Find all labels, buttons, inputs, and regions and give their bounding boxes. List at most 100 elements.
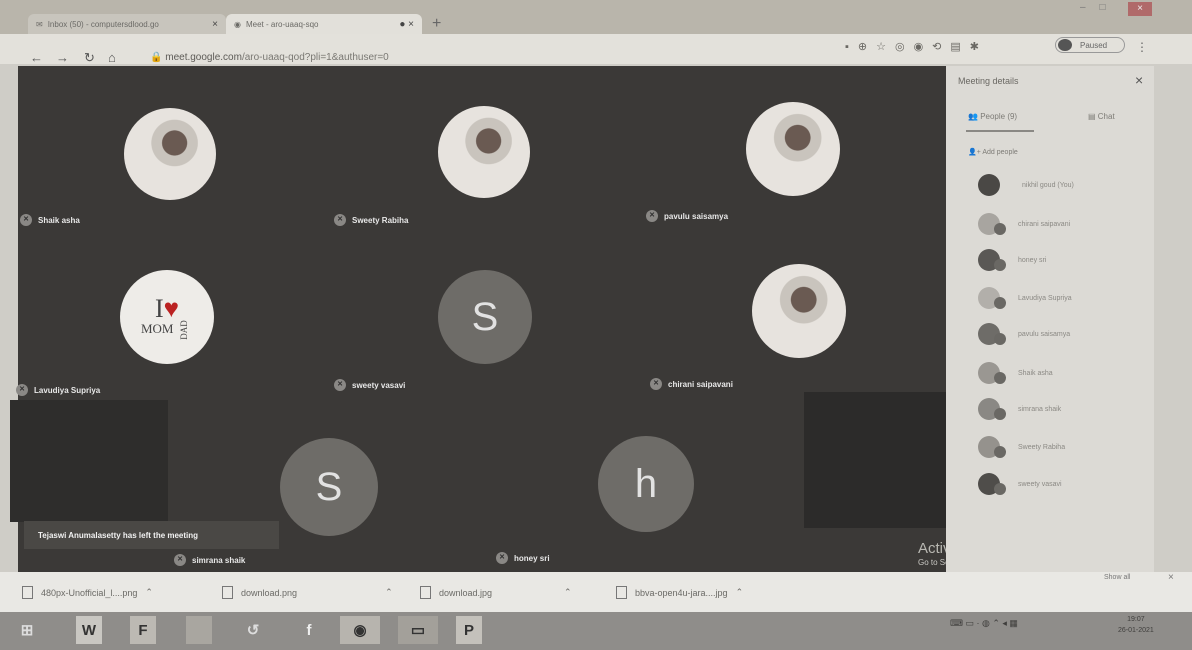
mic-off-icon [994, 223, 1006, 235]
people-icon: 👥 [968, 112, 981, 121]
participant-name-tag: ✕ honey sri [496, 552, 550, 564]
new-tab-button[interactable]: + [432, 15, 441, 33]
mic-off-icon [994, 297, 1006, 309]
participant-avatar-letter: S [438, 270, 532, 364]
add-people-button[interactable]: 👤+ Add people [968, 148, 1018, 156]
left-meeting-toast: Tejaswi Anumalasetty has left the meetin… [24, 521, 279, 549]
mic-off-icon: ✕ [334, 379, 346, 391]
tab-gmail-inbox[interactable]: ✉ Inbox (50) - computersdlood.go × [28, 14, 226, 34]
chevron-up-icon: ⌃ [145, 587, 153, 597]
profile-avatar-icon [1058, 39, 1072, 51]
people-list-item[interactable]: honey sri [978, 248, 1138, 272]
facebook-icon[interactable]: f [296, 616, 322, 644]
chrome-icon[interactable]: ◉ [340, 616, 380, 644]
back-arrow-icon[interactable]: ← [30, 50, 43, 65]
url-host: meet.google.com [165, 52, 242, 63]
tab-chat[interactable]: ▤ Chat [1088, 112, 1115, 121]
powerpoint-app-icon[interactable]: P [456, 616, 482, 644]
participant-avatar-letter: S [280, 438, 378, 536]
app-icon[interactable]: ↺ [240, 616, 266, 644]
chevron-up-icon: ⌃ [564, 587, 572, 597]
participant-name-tag: ✕ sweety vasavi [334, 379, 405, 391]
browser-menu-icon[interactable]: ⋮ [1136, 40, 1148, 54]
people-list-item[interactable]: Shaik asha [978, 361, 1138, 385]
file-icon [22, 586, 33, 599]
people-list-item[interactable]: sweety vasavi [978, 472, 1138, 496]
participant-name-tag: ✕ Sweety Rabiha [334, 214, 408, 226]
mic-off-icon [994, 446, 1006, 458]
meeting-details-panel [946, 66, 1154, 572]
mic-off-icon: ✕ [334, 214, 346, 226]
mic-off-icon [994, 333, 1006, 345]
windows-start-icon[interactable]: ⊞ [14, 616, 40, 644]
close-panel-icon[interactable]: × [1135, 72, 1143, 88]
tab-label: Meet - aro-uaaq-sqo [245, 19, 319, 29]
chat-icon: ▤ [1088, 112, 1098, 121]
chevron-up-icon: ⌃ [385, 587, 393, 597]
people-list-item[interactable]: simrana shaik [978, 397, 1138, 421]
video-tile-empty [804, 392, 964, 528]
home-icon[interactable]: ⌂ [108, 50, 116, 65]
downloads-bar [0, 572, 1192, 612]
url-field[interactable]: 🔒 meet.google.com/aro-uaaq-qod?pli=1&aut… [150, 52, 389, 63]
mic-off-icon: ✕ [496, 552, 508, 564]
mic-off-icon: ✕ [16, 384, 28, 396]
file-explorer-icon[interactable]: ▭ [398, 616, 438, 644]
mic-off-icon: ✕ [174, 554, 186, 566]
url-path: /aro-uaaq-qod?pli=1&authuser=0 [241, 52, 389, 63]
download-item[interactable]: download.jpg ⌃ [420, 586, 572, 599]
tab-label: Inbox (50) - computersdlood.go [47, 19, 159, 29]
people-list-item[interactable]: nikhil goud (You) [978, 173, 1138, 197]
window-controls[interactable]: –□ [1080, 2, 1120, 13]
participant-name-tag: ✕ simrana shaik [174, 554, 245, 566]
mail-icon: ✉ [36, 19, 43, 29]
meet-icon: ◉ [234, 19, 241, 29]
participant-avatar-chirani-saipavani [752, 264, 846, 358]
close-tab-icon[interactable]: ● × [399, 19, 414, 30]
file-icon [616, 586, 627, 599]
show-all-link[interactable]: Show all [1104, 574, 1130, 581]
mic-off-icon: ✕ [650, 378, 662, 390]
add-person-icon: 👤+ [968, 149, 983, 156]
system-tray[interactable]: ⌨ ▭ · ◍ ⌃ ◂ ▦ [950, 618, 1018, 629]
participant-name-tag: ✕ chirani saipavani [650, 378, 733, 390]
download-item[interactable]: bbva-open4u-jara....jpg ⌃ [616, 586, 743, 599]
chevron-up-icon: ⌃ [735, 587, 744, 597]
app-icon[interactable] [186, 616, 212, 644]
people-list-item[interactable]: chirani saipavani [978, 212, 1138, 236]
file-icon [420, 586, 431, 599]
close-tab-icon[interactable]: × [212, 19, 218, 30]
file-icon [222, 586, 233, 599]
i-love-mom-dad-logo: I♥ MOM DAD [120, 270, 214, 364]
heart-icon: ♥ [163, 294, 180, 323]
participant-name-tag: ✕ Lavudiya Supriya [16, 384, 100, 396]
window-close-button[interactable]: × [1128, 2, 1152, 16]
mic-off-icon [994, 408, 1006, 420]
people-list-item[interactable]: pavulu saisamya [978, 322, 1138, 346]
active-tab-indicator [966, 130, 1034, 132]
download-item[interactable]: download.png ⌃ [222, 586, 393, 599]
video-tile-empty [10, 400, 168, 522]
participant-avatar-shaik-asha [124, 108, 216, 200]
participant-avatar-letter: h [598, 436, 694, 532]
mic-off-icon: ✕ [20, 214, 32, 226]
people-list-item[interactable]: Lavudiya Supriya [978, 286, 1138, 310]
reload-icon[interactable]: ↻ [84, 50, 95, 66]
browser-toolbar-icons[interactable]: ▪⊕☆◎◉⟲▤✱ [845, 40, 988, 53]
panel-title: Meeting details [958, 76, 1019, 86]
download-item[interactable]: 480px-Unofficial_l....png ⌃ [22, 586, 153, 599]
taskbar-clock[interactable]: 19:07 26-01-2021 [1118, 614, 1154, 636]
close-downloads-icon[interactable]: × [1168, 572, 1174, 583]
word-app-icon[interactable]: W [76, 616, 102, 644]
mic-off-icon [994, 372, 1006, 384]
people-list-item[interactable]: Sweety Rabiha [978, 435, 1138, 459]
app-icon[interactable]: F [130, 616, 156, 644]
tab-people[interactable]: 👥 People (9) [968, 112, 1017, 121]
mic-off-icon [994, 483, 1006, 495]
participant-avatar-pavulu-saisamya [746, 102, 840, 196]
lock-icon: 🔒 [150, 52, 166, 63]
tab-meet[interactable]: ◉ Meet - aro-uaaq-sqo ● × [226, 14, 422, 34]
participant-name-tag: ✕ pavulu saisamya [646, 210, 728, 222]
forward-arrow-icon[interactable]: → [56, 50, 69, 65]
avatar [978, 174, 1000, 196]
